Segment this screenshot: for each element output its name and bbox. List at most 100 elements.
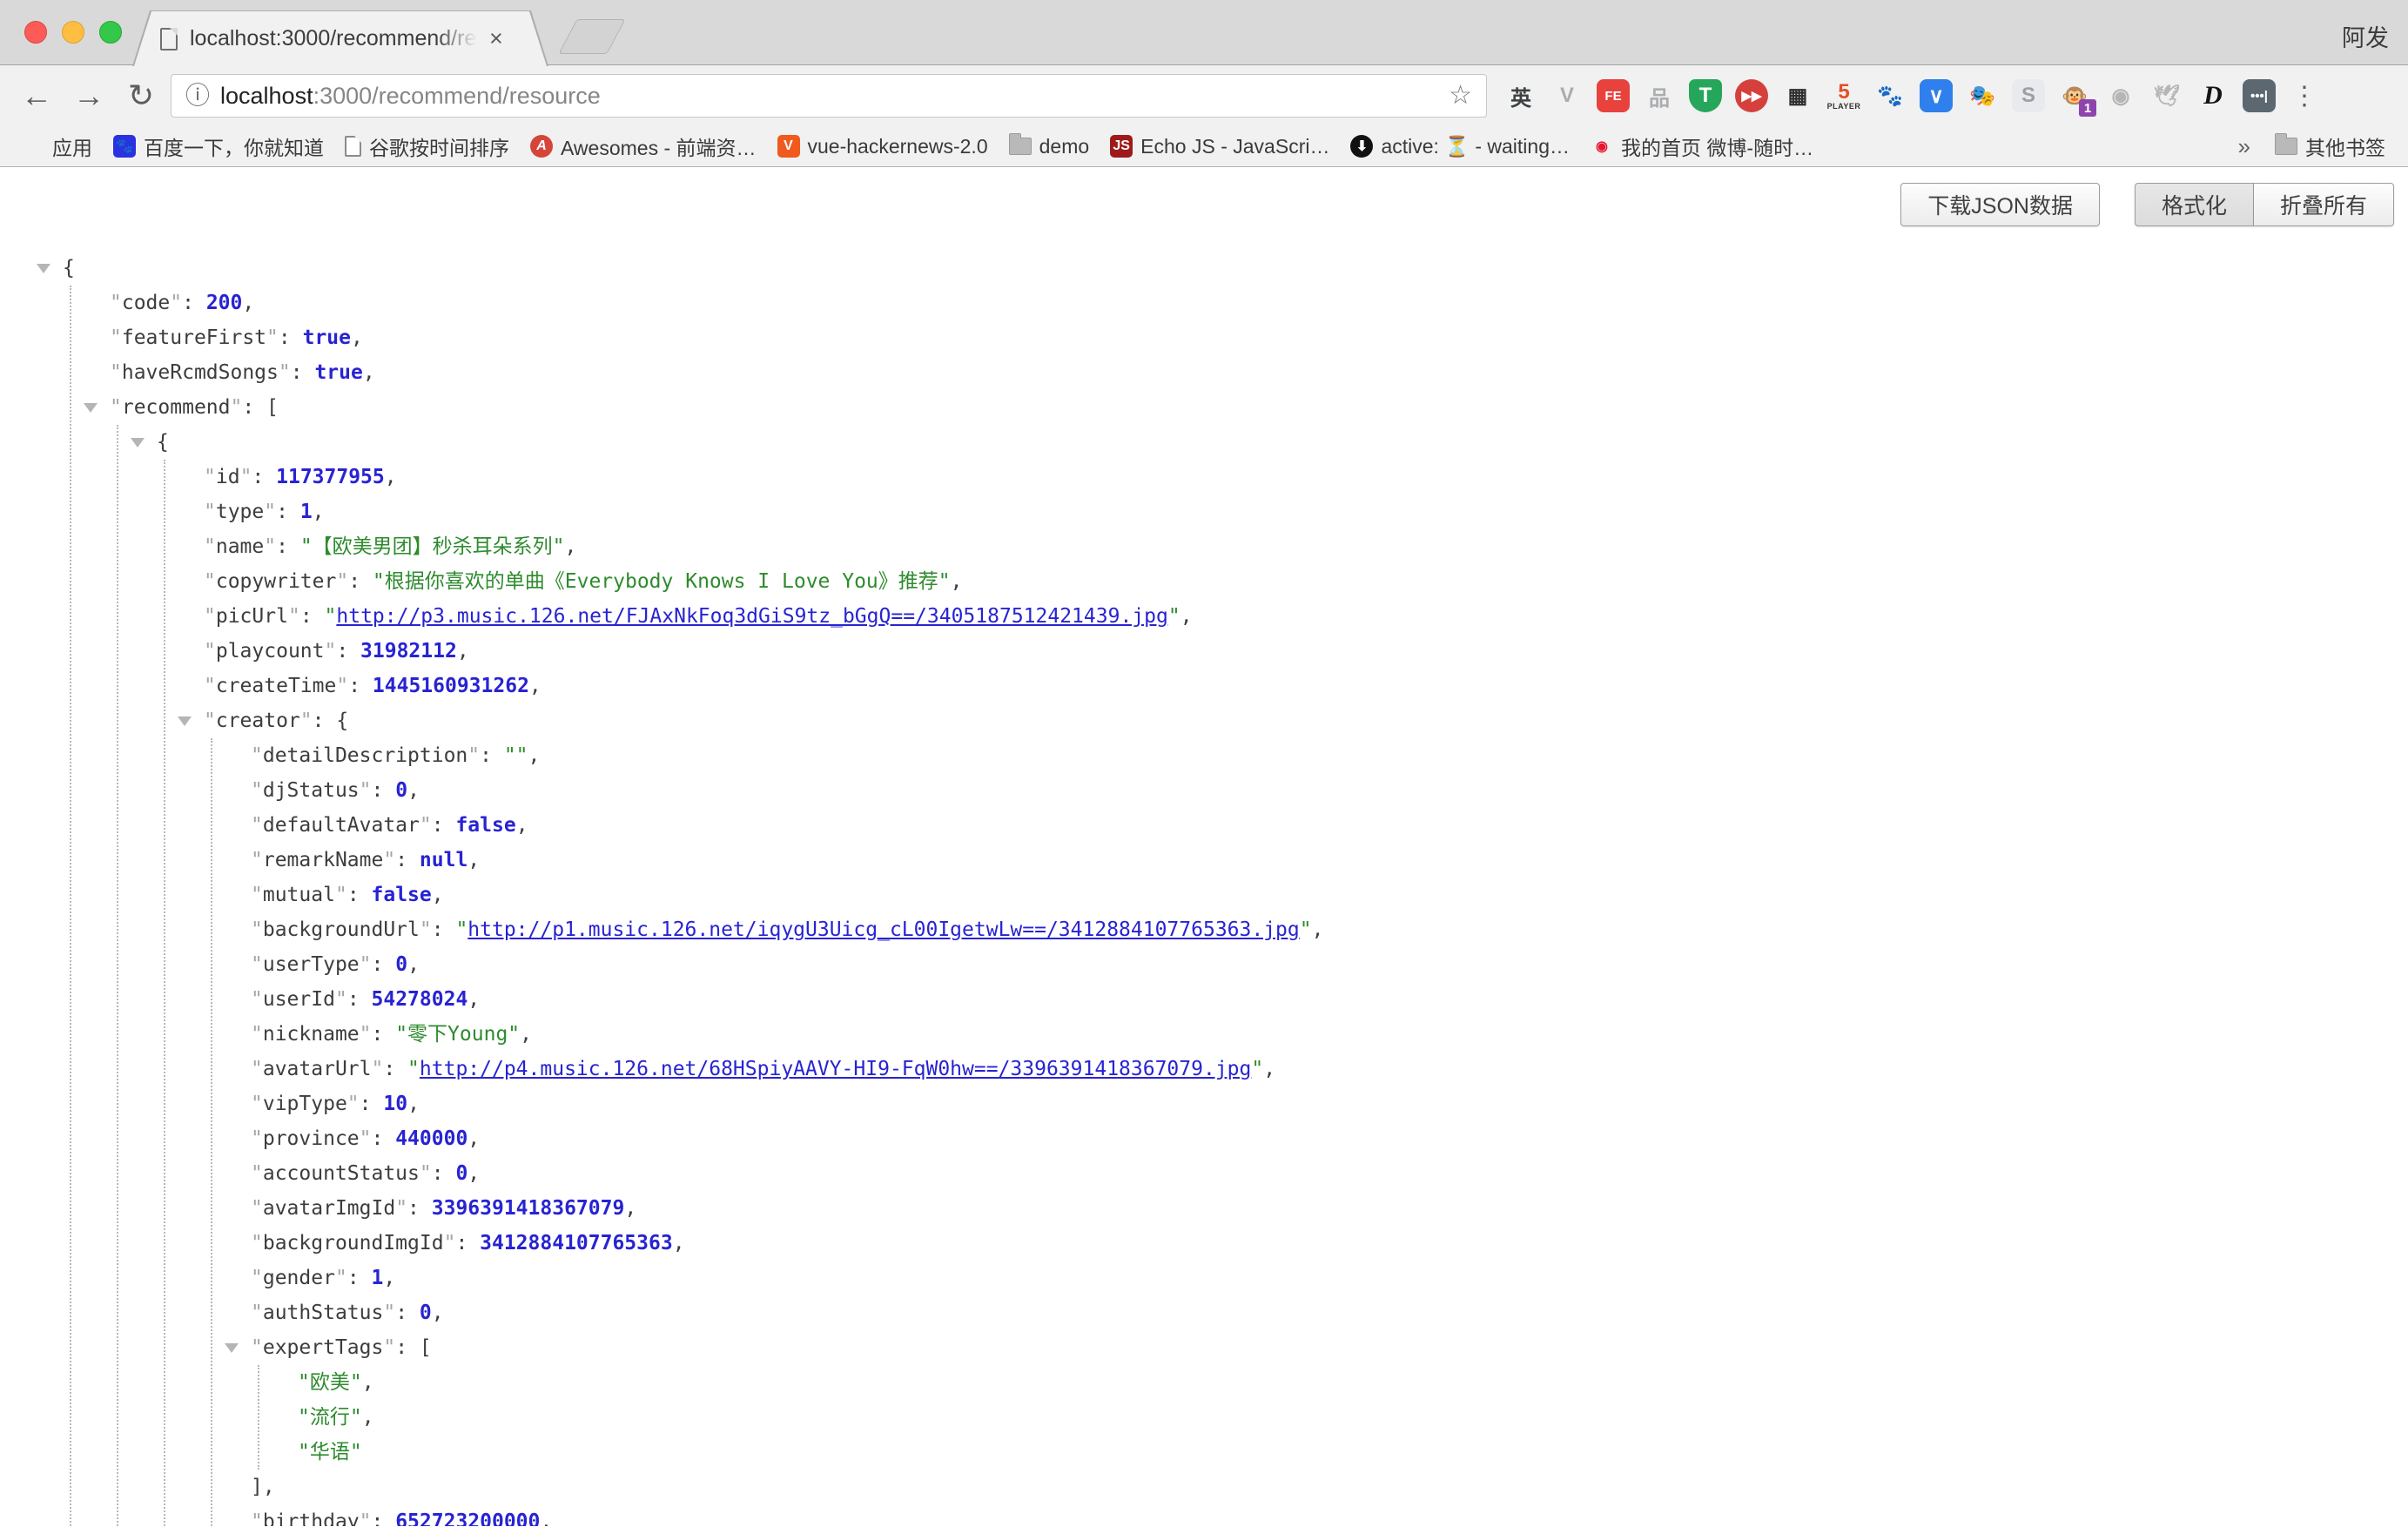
json-token: "	[204, 605, 216, 628]
json-line: "backgroundUrl": "http://p1.music.126.ne…	[0, 912, 2408, 947]
qrcode-icon[interactable]: ▦	[1781, 79, 1814, 112]
json-token: :	[252, 466, 276, 488]
browser-tab[interactable]: localhost:3000/recommend/res ×	[132, 10, 548, 66]
collapse-all-button[interactable]: 折叠所有	[2254, 183, 2394, 226]
tab-close-icon[interactable]: ×	[489, 27, 503, 50]
address-bar[interactable]: ⓘ localhost:3000/recommend/resource ☆	[171, 74, 1487, 118]
json-token: :	[279, 326, 303, 349]
json-token: picUrl	[216, 605, 288, 628]
bookmark-active[interactable]: ⬇active: ⏳ - waiting…	[1340, 135, 1580, 158]
mask-icon[interactable]: 🎭	[1966, 79, 1999, 112]
bookmarks-overflow-icon[interactable]: »	[2224, 133, 2264, 160]
translate-icon[interactable]: 英	[1504, 79, 1537, 112]
download-json-button[interactable]: 下载JSON数据	[1900, 183, 2100, 226]
bookmark-echojs[interactable]: JSEcho JS - JavaScri…	[1100, 135, 1340, 158]
json-token: "	[336, 675, 348, 697]
bookmark-google-sort[interactable]: 谷歌按时间排序	[334, 131, 520, 161]
json-token: "	[251, 918, 263, 941]
bookmark-awesomes[interactable]: AAwesomes - 前端资…	[520, 131, 767, 161]
d-letter-icon[interactable]: D	[2196, 79, 2230, 112]
json-token: :	[372, 953, 396, 976]
minimize-window-button[interactable]	[62, 21, 84, 44]
json-token: :	[276, 535, 300, 558]
bookmark-demo[interactable]: demo	[999, 135, 1100, 158]
json-token: "	[324, 640, 336, 663]
tab-title: localhost:3000/recommend/res	[190, 26, 477, 51]
json-token: :	[372, 1023, 396, 1046]
json-url-link[interactable]: http://p4.music.126.net/68HSpiyAAVY-HI9-…	[420, 1058, 1251, 1080]
json-token: :	[347, 884, 372, 906]
bookmark-baidu[interactable]: 🐾百度一下，你就知道	[103, 131, 334, 161]
collapse-toggle-icon[interactable]	[178, 716, 192, 726]
monkey-icon[interactable]: 🐵1	[2058, 79, 2091, 112]
fe-icon[interactable]: FE	[1597, 79, 1630, 112]
json-token: "华语"	[298, 1441, 362, 1463]
page-info-icon[interactable]: ⓘ	[185, 84, 210, 108]
bookmark-star-icon[interactable]: ☆	[1449, 83, 1472, 109]
forward-icon[interactable]: →	[66, 80, 111, 111]
extension-badge: 1	[2079, 99, 2096, 117]
download-arrows-icon[interactable]: ∨	[1920, 79, 1953, 112]
json-token: "	[251, 814, 263, 837]
bookmark-apps[interactable]: 应用	[12, 131, 103, 161]
profile-name[interactable]: 阿发	[2342, 19, 2389, 53]
video-speed-icon[interactable]: ▶▶	[1735, 79, 1768, 112]
json-url-link[interactable]: http://p1.music.126.net/iqygU3Uicg_cL00I…	[467, 918, 1299, 941]
format-button[interactable]: 格式化	[2135, 183, 2254, 226]
vue-devtools-icon[interactable]: V	[1550, 79, 1584, 112]
json-token: : [	[242, 396, 279, 419]
json-line: "copywriter": "根据你喜欢的单曲《Everybody Knows …	[0, 564, 2408, 599]
json-token: 1	[300, 501, 313, 523]
close-window-button[interactable]	[24, 21, 47, 44]
json-token: "	[251, 1197, 263, 1220]
s-letter-icon[interactable]: S	[2012, 79, 2045, 112]
json-token: 0	[395, 779, 407, 802]
bookmark-weibo[interactable]: ◉我的首页 微博-随时…	[1580, 131, 1824, 161]
bird-icon[interactable]: 🕊	[2150, 79, 2183, 112]
bookmark-vue-hackernews[interactable]: Vvue-hackernews-2.0	[767, 135, 999, 158]
json-token: "	[455, 918, 467, 941]
json-token: ,	[1180, 605, 1193, 628]
weibo-gray-icon[interactable]: ◉	[2104, 79, 2137, 112]
json-line: "playcount": 31982112,	[0, 634, 2408, 669]
json-token: remarkName	[263, 849, 383, 871]
bookmark-label: active: ⏳ - waiting…	[1381, 135, 1570, 158]
json-token: :	[291, 361, 315, 384]
json-token: authStatus	[263, 1302, 383, 1324]
json-token: vipType	[263, 1093, 347, 1115]
json-line: "流行",	[0, 1400, 2408, 1435]
json-token: :	[372, 779, 396, 802]
bookmark-favicon: JS	[1110, 135, 1133, 158]
json-token: :	[182, 292, 206, 314]
json-token: "	[1300, 918, 1312, 941]
json-token: "	[251, 779, 263, 802]
collapse-toggle-icon[interactable]	[225, 1343, 239, 1353]
json-line: "backgroundImgId": 3412884107765363,	[0, 1226, 2408, 1261]
json-token: "	[264, 501, 276, 523]
json-token: "	[360, 953, 372, 976]
json-token: 10	[383, 1093, 407, 1115]
reload-icon[interactable]: ↻	[118, 80, 164, 111]
tampermonkey-shield-icon[interactable]: T	[1689, 79, 1722, 112]
html5-player-icon[interactable]: 5PLAYER	[1827, 79, 1860, 112]
collapse-toggle-icon[interactable]	[84, 403, 98, 413]
chrome-menu-icon[interactable]: ⋮	[2291, 81, 2317, 111]
collapse-toggle-icon[interactable]	[37, 264, 50, 273]
fullscreen-window-button[interactable]	[99, 21, 122, 44]
other-bookmarks-folder[interactable]: 其他书签	[2264, 131, 2396, 161]
password-icon[interactable]: •••|	[2243, 79, 2276, 112]
collapse-toggle-icon[interactable]	[131, 438, 145, 447]
json-token: "	[251, 988, 263, 1011]
json-token: ,	[362, 1371, 374, 1394]
new-tab-button[interactable]	[558, 19, 625, 54]
org-chart-icon[interactable]: 品	[1643, 79, 1676, 112]
json-line: "gender": 1,	[0, 1261, 2408, 1295]
paw-icon[interactable]: 🐾	[1873, 79, 1907, 112]
json-token: ,	[528, 744, 541, 767]
bookmark-label: Awesomes - 前端资…	[561, 131, 757, 161]
json-token: "	[360, 1510, 372, 1526]
other-bookmarks-label: 其他书签	[2305, 131, 2385, 161]
json-token: "	[420, 1162, 432, 1185]
back-icon[interactable]: ←	[14, 80, 59, 111]
json-url-link[interactable]: http://p3.music.126.net/FJAxNkFoq3dGiS9t…	[336, 605, 1167, 628]
